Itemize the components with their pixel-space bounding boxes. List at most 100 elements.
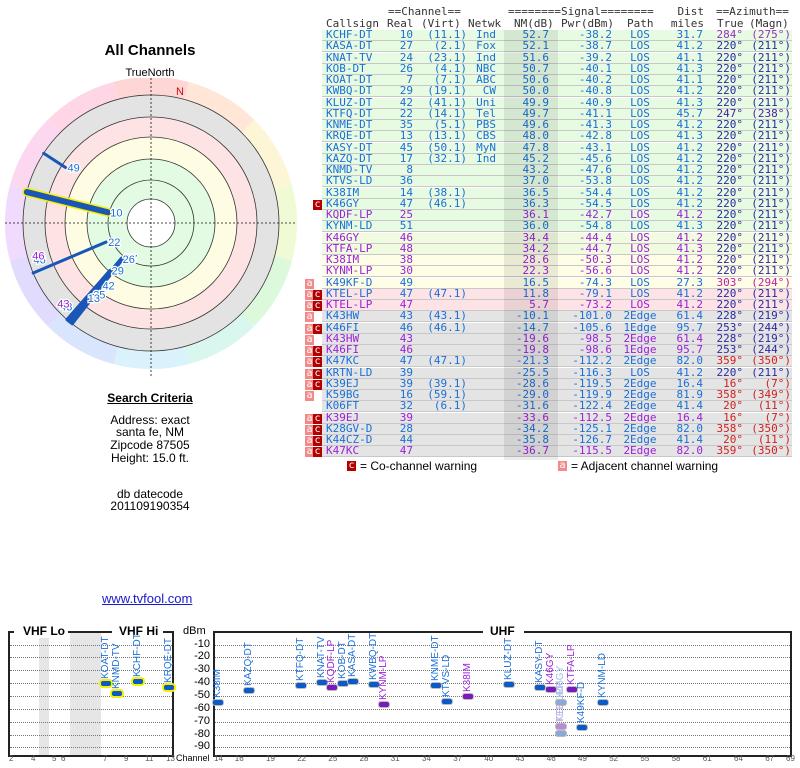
uhf-channel-tick: 61 xyxy=(702,754,712,763)
ray-channel-label: 13 xyxy=(88,293,100,305)
dbm-tick-label: -20 xyxy=(194,650,210,663)
station-bar-label: KTFA-LP xyxy=(565,644,577,686)
cell-magn: (350°) xyxy=(751,444,791,458)
signal-bar xyxy=(132,678,143,684)
vhf-gap-4-5 xyxy=(39,633,49,755)
cell-dist: 82.0 xyxy=(676,444,704,458)
signal-bar xyxy=(111,690,122,696)
vhf-gap-6-7 xyxy=(70,633,101,755)
uhf-channel-tick: 52 xyxy=(609,754,619,763)
vhf-gridline xyxy=(10,644,172,646)
station-bar-label: KCHF-DT xyxy=(131,632,143,677)
signal-bar xyxy=(556,723,567,729)
search-criteria-title: Search Criteria xyxy=(107,391,193,405)
station-bar-label: KNMD-TV xyxy=(110,643,122,689)
polar-chart: N1049224646 272426294343423513 xyxy=(5,78,297,378)
signal-bar xyxy=(441,698,452,704)
vhf-channel-tick: 11 xyxy=(145,754,154,763)
uhf-gridline xyxy=(215,747,790,749)
uhf-channel-tick: 25 xyxy=(328,754,338,763)
station-bar-label: KLUZ-DT xyxy=(503,638,515,681)
uhf-channel-tick: 46 xyxy=(546,754,556,763)
vhf-frame-top-left xyxy=(8,631,14,633)
vhf-channel-tick: 5 xyxy=(52,754,57,763)
cell-callsign: K47KC xyxy=(326,444,360,458)
ray-channel-label: 10 xyxy=(110,207,122,219)
ray-channel-label: 26 xyxy=(123,254,135,266)
station-bar-label: KYNM-LP xyxy=(378,655,390,701)
co-channel-warning-icon: c xyxy=(313,435,322,446)
signal-bar xyxy=(337,681,348,687)
signal-bar xyxy=(431,682,442,688)
station-bar-label: KRQE-DT xyxy=(163,637,174,683)
cell-pwr: -115.5 xyxy=(572,444,612,458)
signal-bar xyxy=(244,688,255,694)
uhf-channel-tick: 16 xyxy=(234,754,244,763)
uhf-channel-tick: 67 xyxy=(765,754,775,763)
station-bar-label: KTVS-LD xyxy=(440,654,452,697)
adjacent-warning-icon: a xyxy=(305,277,314,289)
cell-virt: (47.1) xyxy=(427,286,467,300)
cell-virt: (46.1) xyxy=(427,320,467,334)
vhf-frame-top-right xyxy=(163,631,174,633)
vhf-gridline xyxy=(10,657,172,659)
dbm-tick-label: -90 xyxy=(194,740,210,753)
signal-bar xyxy=(327,684,338,690)
vhf-gridline xyxy=(10,747,172,749)
vhf-channel-tick: 4 xyxy=(31,754,36,763)
station-bar-label: K38IM xyxy=(461,663,473,693)
dbm-tick-label: -10 xyxy=(194,637,210,650)
uhf-channel-tick: 55 xyxy=(640,754,650,763)
vhf-channel-tick: 6 xyxy=(61,754,66,763)
uhf-channel-tick: 40 xyxy=(484,754,494,763)
adjacent-warning-icon: a xyxy=(305,311,314,323)
signal-bar xyxy=(556,731,567,737)
co-channel-warning-icon: c xyxy=(313,423,322,435)
uhf-gridline xyxy=(215,721,790,723)
station-bar-label: KAZQ-DT xyxy=(243,642,255,687)
channel-axis-label: Channel xyxy=(176,753,210,763)
station-bar-label: K49KF-D xyxy=(576,682,587,724)
cell-path: 2Edge xyxy=(623,444,657,458)
uhf-channel-tick: 14 xyxy=(214,754,223,763)
dbm-tick-label: -30 xyxy=(194,663,210,676)
uhf-channel-tick: 28 xyxy=(359,754,369,763)
vhf-channel-tick: 2 xyxy=(9,754,14,763)
ray-channel-label: 29 xyxy=(112,266,124,278)
ray-channel-label: 43 xyxy=(57,298,69,310)
co-channel-legend-icon: c xyxy=(347,460,356,471)
uhf-channel-tick: 43 xyxy=(515,754,525,763)
zipcode-text: Zipcode 87505 xyxy=(110,438,190,452)
station-bar-label: KNME-DT xyxy=(430,635,442,681)
vhf-gridline xyxy=(10,734,172,736)
uhf-channel-tick: 37 xyxy=(453,754,463,763)
tvfool-link[interactable]: www.tvfool.com xyxy=(102,591,192,606)
uhf-channel-tick: 49 xyxy=(578,754,587,763)
co-channel-warning-icon: c xyxy=(313,198,322,210)
co-channel-warning-icon: c xyxy=(313,345,322,356)
nm-column-shade xyxy=(504,30,558,460)
db-datecode-value: 201109190354 xyxy=(110,499,190,513)
vhf-gridline xyxy=(10,708,172,710)
polar-title: All Channels xyxy=(104,42,196,59)
co-channel-warning-icon: c xyxy=(313,446,322,458)
adjacent-warning-icon: a xyxy=(305,390,314,401)
uhf-label: UHF xyxy=(490,624,515,638)
signal-bar xyxy=(348,679,359,685)
station-bar-label: KASA-DT xyxy=(347,634,359,678)
north-marker: N xyxy=(176,86,184,98)
adjacent-channel-legend-text: = Adjacent channel warning xyxy=(571,459,719,473)
ray-channel-label: 46 xyxy=(32,250,44,262)
vhf-lo-label: VHF Lo xyxy=(20,624,68,638)
dbm-tick-label: -80 xyxy=(194,727,210,740)
signal-bar xyxy=(296,682,307,688)
signal-bar xyxy=(462,694,473,700)
height-text: Height: 15.0 ft. xyxy=(110,451,190,465)
uhf-channel-tick: 69 xyxy=(786,754,795,763)
co-channel-warning-icon: c xyxy=(313,412,322,424)
dbm-axis-label: dBm xyxy=(183,625,206,637)
uhf-channel-tick: 31 xyxy=(390,754,400,763)
station-bar-label: K38IM xyxy=(212,668,223,698)
dbm-tick-label: -40 xyxy=(194,676,210,689)
co-channel-warning-icon: c xyxy=(313,300,322,311)
